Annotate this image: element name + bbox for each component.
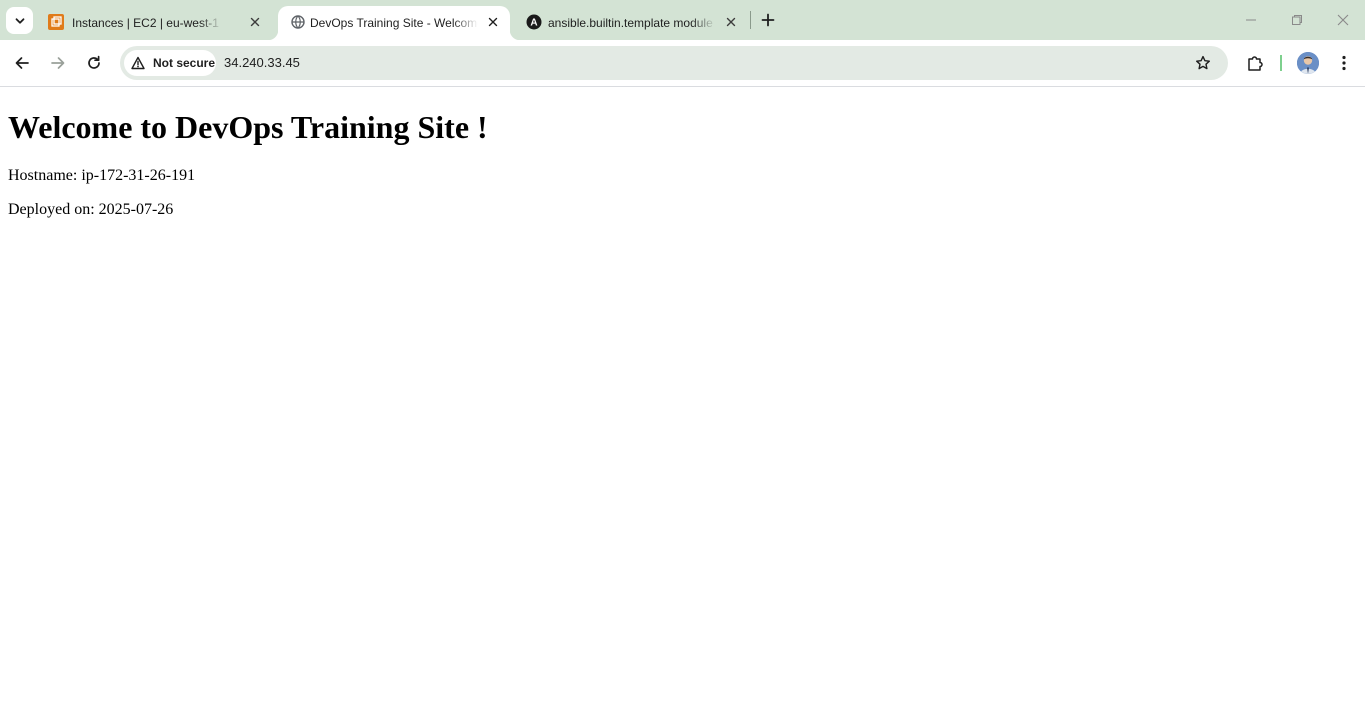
more-vertical-icon [1342,55,1346,71]
svg-text:A: A [530,18,537,29]
back-button[interactable] [9,50,35,76]
tab-separator [750,11,751,29]
site-security-chip[interactable]: Not secure [124,50,216,76]
restore-button[interactable] [1283,6,1311,34]
tab-search-button[interactable] [6,7,33,34]
url-text[interactable]: 34.240.33.45 [224,55,300,71]
tab-ansible-template-module[interactable]: A ansible.builtin.template module [514,6,748,40]
star-icon [1196,55,1210,70]
tab-devops-training-site[interactable]: DevOps Training Site - Welcome [268,6,520,40]
hostname-text: Hostname: ip-172-31-26-191 [8,167,196,184]
arrow-right-icon [51,57,65,69]
close-icon[interactable] [246,13,264,31]
tab-title: Instances | EC2 | eu-west-1 [72,16,219,30]
web-page-content: Welcome to DevOps Training Site ! Hostna… [0,88,1365,718]
aws-ec2-icon [48,14,64,30]
profile-avatar[interactable] [1297,52,1319,74]
globe-icon [290,14,306,30]
tab-title: ansible.builtin.template module [548,16,713,30]
tab-strip: Instances | EC2 | eu-west-1 DevOps Train… [0,0,1365,40]
bookmark-button[interactable] [1192,52,1214,74]
close-icon[interactable] [722,13,740,31]
puzzle-piece-icon [1248,56,1263,71]
user-avatar-icon [1297,52,1319,74]
tab-title: DevOps Training Site - Welcome [310,16,478,30]
reload-icon [88,55,100,69]
minimize-button[interactable] [1237,6,1265,34]
plus-icon [761,13,775,27]
ansible-icon: A [526,14,542,30]
browser-toolbar: Not secure 34.240.33.45 [0,40,1365,87]
restore-icon [1292,15,1302,25]
new-tab-button[interactable] [756,8,780,32]
close-window-button[interactable] [1329,6,1357,34]
warning-icon [131,56,145,70]
arrow-left-icon [15,57,29,69]
deployed-date-text: Deployed on: 2025-07-26 [8,201,174,218]
page-heading: Welcome to DevOps Training Site ! [8,109,488,145]
browser-menu-button[interactable] [1331,50,1357,76]
forward-button[interactable] [45,50,71,76]
chevron-down-icon [15,17,24,24]
minimize-icon [1246,19,1256,21]
toolbar-divider [1280,55,1282,71]
tab-ec2-instances[interactable]: Instances | EC2 | eu-west-1 [36,6,272,40]
address-bar[interactable]: Not secure 34.240.33.45 [120,46,1228,80]
extensions-button[interactable] [1242,50,1268,76]
reload-button[interactable] [81,50,107,76]
close-icon[interactable] [484,13,502,31]
close-icon [1337,14,1349,26]
not-secure-label: Not secure [153,56,216,70]
